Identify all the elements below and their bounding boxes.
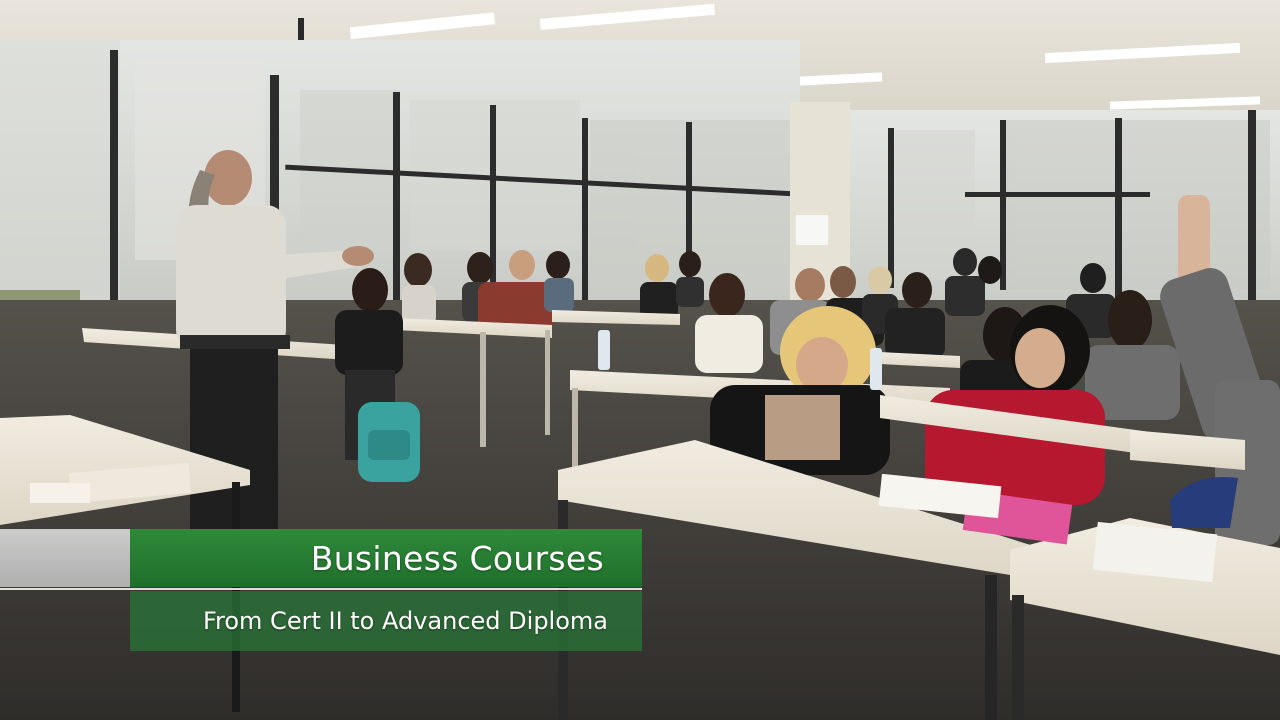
- water-bottle: [598, 330, 610, 370]
- video-frame: Business Courses From Cert II to Advance…: [0, 0, 1280, 720]
- backpack: [358, 402, 420, 482]
- wall-notice: [796, 215, 828, 245]
- water-bottle-2: [870, 348, 882, 390]
- classroom-photo: [0, 0, 1280, 720]
